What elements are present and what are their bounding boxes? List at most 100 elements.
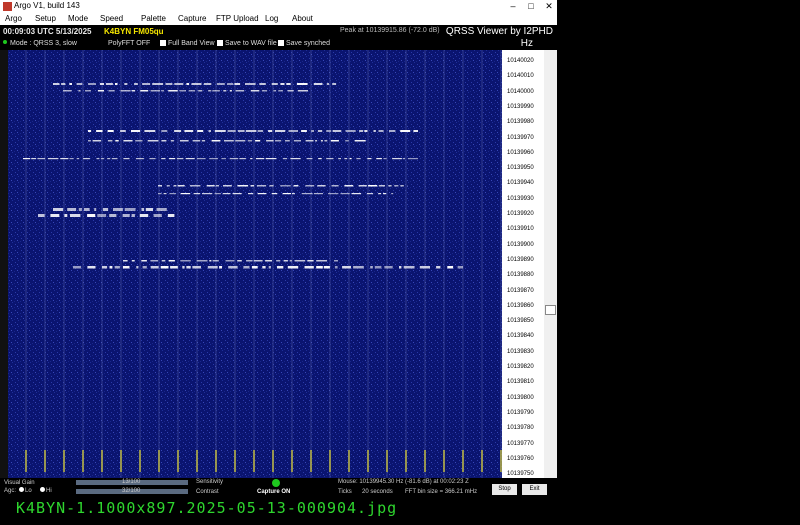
menu-speed[interactable]: Speed xyxy=(100,14,123,23)
signal-dash xyxy=(109,266,113,269)
signal-dash xyxy=(304,266,314,269)
agc-hi-radio[interactable]: Hi xyxy=(40,487,52,494)
signal-dash xyxy=(53,83,60,85)
signal-dash xyxy=(345,140,349,142)
signal-dash xyxy=(286,83,291,85)
save-synched-checkbox[interactable]: Save synched xyxy=(278,40,330,47)
menu-argo[interactable]: Argo xyxy=(5,14,22,23)
signal-dash xyxy=(96,158,100,160)
signal-dash xyxy=(124,208,136,211)
exit-button[interactable]: Exit xyxy=(522,484,547,495)
signal-dash xyxy=(257,193,267,195)
waterfall-spectrogram[interactable] xyxy=(8,50,502,478)
save-wav-checkbox[interactable]: Save to WAV file xyxy=(217,40,277,47)
signal-dash xyxy=(114,266,120,269)
agc-lo-radio[interactable]: Lo xyxy=(19,487,32,494)
signal-dash xyxy=(378,130,384,132)
signal-dash xyxy=(107,158,111,160)
signal-dash xyxy=(170,140,174,142)
signal-dash xyxy=(123,158,130,160)
signal-dash xyxy=(364,130,368,132)
menu-mode[interactable]: Mode xyxy=(68,14,88,23)
utc-time: 00:09:03 UTC 5/13/2025 xyxy=(3,27,92,36)
signal-dash xyxy=(100,158,105,160)
signal-dash xyxy=(208,90,212,92)
stop-button[interactable]: Stop xyxy=(492,484,517,495)
signal-dash xyxy=(317,130,323,132)
mode-indicator: Mode : QRSS 3, slow xyxy=(3,40,77,47)
signal-dash xyxy=(149,158,156,160)
signal-dash xyxy=(388,185,392,187)
signal-dash xyxy=(228,266,238,269)
signal-dash xyxy=(222,193,231,195)
frequency-label: 10140010 xyxy=(507,73,534,80)
time-tick-marker xyxy=(329,450,331,472)
ticks-label: Ticks xyxy=(338,489,352,495)
signal-dash xyxy=(378,185,385,187)
signal-dash xyxy=(201,140,206,142)
signal-dash xyxy=(376,158,382,160)
signal-dash xyxy=(50,214,60,217)
signal-dash xyxy=(293,140,301,142)
signal-dash xyxy=(229,158,239,160)
signal-dash xyxy=(193,193,201,195)
menu-about[interactable]: About xyxy=(292,14,313,23)
signal-dash xyxy=(248,193,254,195)
app-icon xyxy=(3,2,12,11)
signal-dash xyxy=(111,158,118,160)
signal-dash xyxy=(184,130,194,132)
signal-dash xyxy=(283,158,288,160)
signal-dash xyxy=(163,193,167,195)
frequency-label: 10139980 xyxy=(507,119,534,126)
signal-dash xyxy=(261,90,268,92)
signal-dash xyxy=(280,83,285,85)
time-tick-marker xyxy=(44,450,46,472)
signal-dash xyxy=(208,130,211,132)
signal-dash xyxy=(161,260,166,262)
signal-dash xyxy=(234,83,241,85)
signal-dash xyxy=(47,158,59,160)
signal-dash xyxy=(447,266,454,269)
frequency-label: 10139950 xyxy=(507,165,534,172)
menu-log[interactable]: Log xyxy=(265,14,278,23)
signal-dash xyxy=(282,193,291,195)
signal-dash xyxy=(141,260,147,262)
signal-dash xyxy=(216,83,225,85)
signal-dash xyxy=(250,90,260,92)
mouse-readout: Mouse: 10139945.30 Hz (-81.6 dB) at 00:0… xyxy=(338,479,469,485)
minimize-button[interactable]: – xyxy=(505,0,521,13)
signal-dash xyxy=(419,266,430,269)
menu-palette[interactable]: Palette xyxy=(141,14,166,23)
signal-dash xyxy=(67,208,77,211)
signal-dash xyxy=(394,185,399,187)
full-band-view-checkbox[interactable]: Full Band View xyxy=(160,40,215,47)
save-wav-label: Save to WAV file xyxy=(225,40,277,47)
waterfall-display[interactable] xyxy=(8,50,502,478)
signal-dash xyxy=(141,208,145,211)
signal-dash xyxy=(373,130,376,132)
signal-dash xyxy=(135,140,143,142)
vertical-scrollbar[interactable] xyxy=(544,50,556,478)
signal-dash xyxy=(237,130,245,132)
menu-ftp-upload[interactable]: FTP Upload xyxy=(216,14,259,23)
close-button[interactable]: ✕ xyxy=(541,0,557,13)
signal-dash xyxy=(292,193,295,195)
signal-dash xyxy=(307,260,314,262)
signal-dash xyxy=(235,140,246,142)
image-filename: K4BYN-1.1000x897.2025-05-13-000904.jpg xyxy=(16,499,398,517)
signal-dash xyxy=(197,130,204,132)
menu-capture[interactable]: Capture xyxy=(178,14,206,23)
signal-dash xyxy=(219,266,222,269)
agc-hi-label: Hi xyxy=(46,488,52,494)
signal-dash xyxy=(161,130,168,132)
signal-dash xyxy=(268,130,273,132)
signal-dash xyxy=(340,193,350,195)
signal-dash xyxy=(370,266,373,269)
maximize-button[interactable]: □ xyxy=(523,0,539,13)
signal-dash xyxy=(283,260,288,262)
menu-setup[interactable]: Setup xyxy=(35,14,56,23)
scroll-thumb[interactable] xyxy=(545,305,556,315)
signal-dash xyxy=(225,260,235,262)
signal-dash xyxy=(191,83,202,85)
frequency-label: 10139920 xyxy=(507,211,534,217)
